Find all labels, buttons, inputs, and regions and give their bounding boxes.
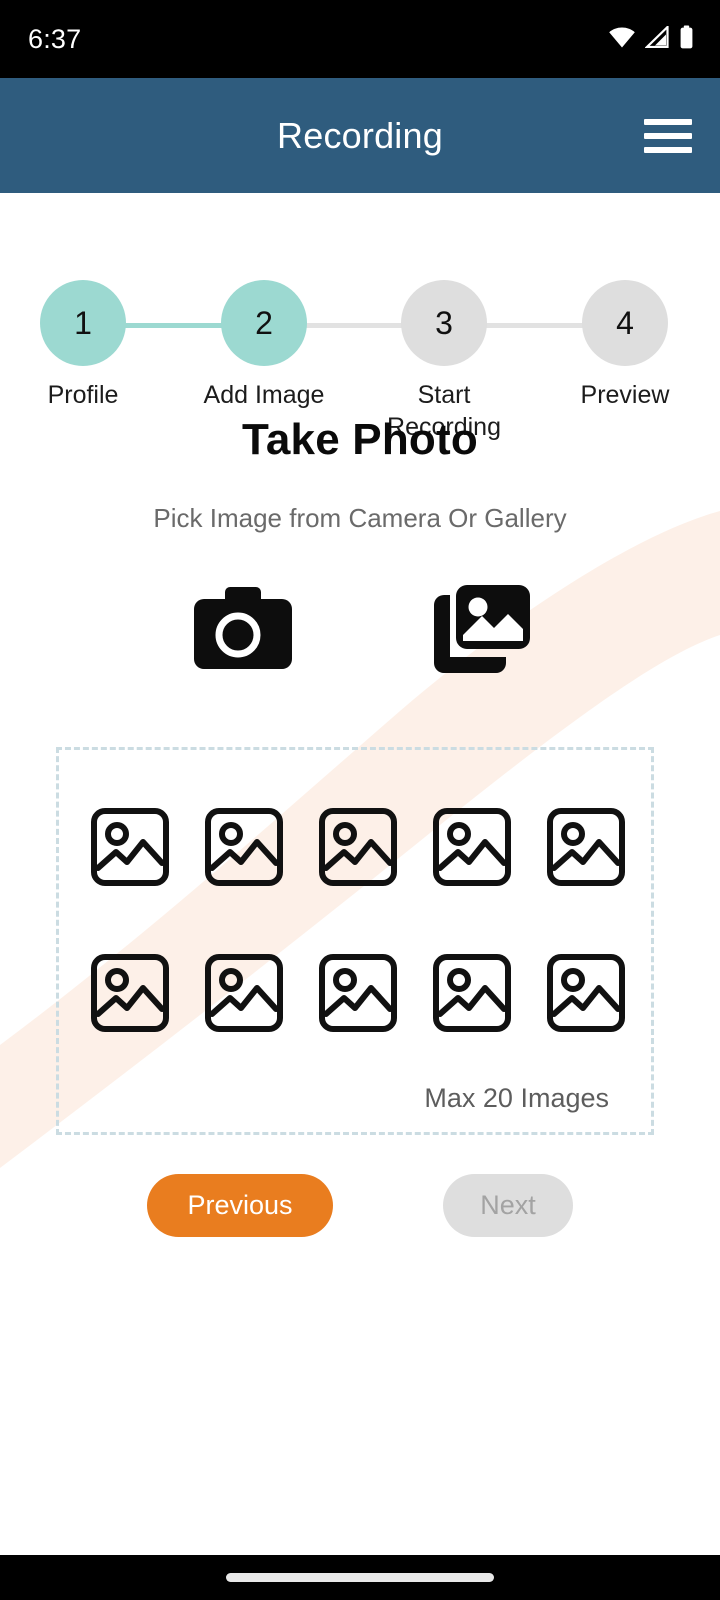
placeholder-row-2 <box>59 950 657 1035</box>
gallery-icon <box>430 583 534 680</box>
home-indicator[interactable] <box>226 1573 494 1582</box>
page-title-header: Recording <box>277 114 443 156</box>
image-placeholder-icon[interactable] <box>202 804 287 889</box>
image-placeholder-icon[interactable] <box>430 804 515 889</box>
step-label-1: Profile <box>47 381 119 409</box>
camera-picker-button[interactable] <box>180 581 296 681</box>
status-bar-icons <box>608 23 694 54</box>
step-number-badge-3: 3 <box>401 280 487 366</box>
step-number-4: 4 <box>616 304 634 341</box>
menu-bar-3 <box>644 146 692 153</box>
image-placeholder-icon[interactable] <box>316 804 401 889</box>
step-label-2: Add Image <box>203 381 325 409</box>
main-content: 1 Profile 2 Add Image 3 Start Recording … <box>0 193 720 1555</box>
stepper-item-add-image[interactable]: 2 Add Image <box>194 280 334 411</box>
progress-stepper: 1 Profile 2 Add Image 3 Start Recording … <box>0 235 720 441</box>
app-bar: Recording <box>0 78 720 193</box>
battery-icon <box>679 25 694 54</box>
wifi-icon <box>608 26 636 53</box>
gallery-picker-button[interactable] <box>424 581 540 681</box>
step-label-4: Preview <box>580 381 670 409</box>
image-placeholder-icon[interactable] <box>88 950 173 1035</box>
wizard-actions: Previous Next <box>0 1174 720 1237</box>
cellular-signal-icon <box>644 23 670 53</box>
max-images-note: Max 20 Images <box>424 1083 609 1113</box>
image-dropzone[interactable]: Max 20 Images <box>56 747 654 1135</box>
step-number-2: 2 <box>255 304 273 341</box>
image-source-picker <box>0 581 720 681</box>
image-placeholder-icon[interactable] <box>202 950 287 1035</box>
app-screen: 6:37 Recording 1 Profile 2 Add Image 3 S… <box>0 0 720 1600</box>
step-number-badge-4: 4 <box>582 280 668 366</box>
image-placeholder-icon[interactable] <box>430 950 515 1035</box>
step-number-badge-2: 2 <box>221 280 307 366</box>
camera-icon <box>184 583 292 680</box>
hamburger-menu-icon[interactable] <box>640 113 696 159</box>
stepper-item-profile[interactable]: 1 Profile <box>13 280 153 411</box>
menu-bar-1 <box>644 118 692 125</box>
page-title: Take Photo <box>242 415 478 464</box>
status-bar: 6:37 <box>0 0 720 78</box>
image-placeholder-icon[interactable] <box>316 950 401 1035</box>
step-number-1: 1 <box>74 304 92 341</box>
menu-bar-2 <box>644 132 692 139</box>
step-number-3: 3 <box>435 304 453 341</box>
system-navigation-bar <box>0 1555 720 1600</box>
stepper-item-preview[interactable]: 4 Preview <box>555 280 695 411</box>
image-placeholder-icon[interactable] <box>544 804 629 889</box>
step-number-badge-1: 1 <box>40 280 126 366</box>
next-button[interactable]: Next <box>443 1174 573 1237</box>
page-subtitle: Pick Image from Camera Or Gallery <box>153 503 567 533</box>
image-placeholder-icon[interactable] <box>544 950 629 1035</box>
image-placeholder-icon[interactable] <box>88 804 173 889</box>
previous-button[interactable]: Previous <box>147 1174 333 1237</box>
status-bar-clock: 6:37 <box>28 23 82 54</box>
placeholder-row-1 <box>59 804 657 889</box>
